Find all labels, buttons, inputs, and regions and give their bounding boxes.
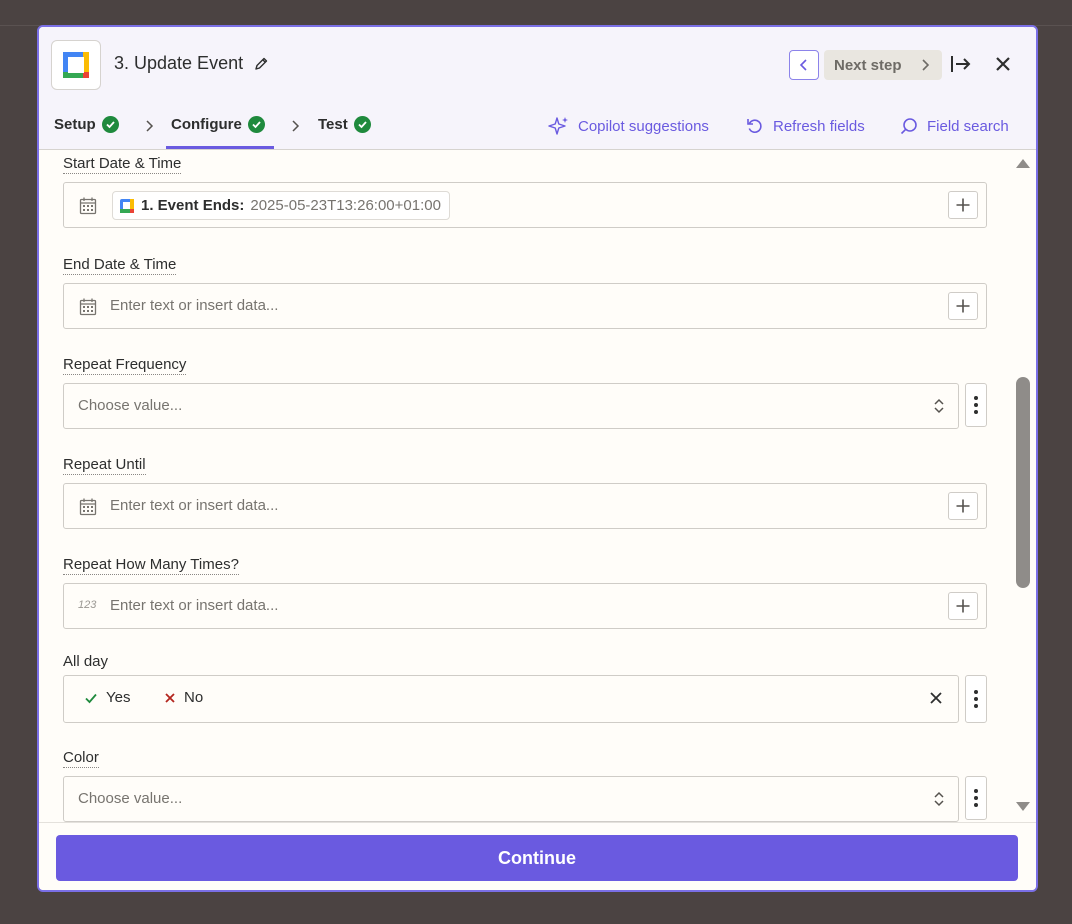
- color-placeholder: Choose value...: [78, 790, 183, 807]
- copilot-suggestions-button[interactable]: Copilot suggestions: [548, 116, 709, 136]
- check-circle-icon: [247, 116, 265, 133]
- plus-icon: [956, 599, 970, 613]
- number-type-icon: 123: [78, 599, 97, 611]
- mapped-data-pill[interactable]: 1. Event Ends: 2025-05-23T13:26:00+01:00: [112, 191, 450, 220]
- repeat-frequency-select[interactable]: Choose value...: [63, 383, 959, 429]
- refresh-icon: [747, 119, 762, 133]
- edit-pencil-icon[interactable]: [253, 56, 269, 77]
- continue-button[interactable]: Continue: [56, 835, 1018, 881]
- calendar-icon: [79, 298, 97, 316]
- chevron-updown-icon: [934, 398, 944, 414]
- all-day-no-option[interactable]: No: [164, 689, 203, 706]
- next-step-label: Next step: [834, 56, 902, 74]
- insert-data-button[interactable]: [948, 592, 978, 620]
- calendar-icon: [79, 498, 97, 516]
- check-circle-icon: [101, 116, 119, 133]
- all-day-label: All day: [63, 653, 109, 670]
- no-label: No: [184, 689, 204, 706]
- end-date-label: End Date & Time: [63, 256, 177, 275]
- sparkle-icon: [548, 117, 568, 135]
- yes-label: Yes: [106, 689, 131, 706]
- tab-test[interactable]: Test: [318, 116, 371, 133]
- scroll-up-arrow-icon[interactable]: [1015, 157, 1031, 169]
- all-day-field: Yes No: [63, 675, 959, 723]
- tab-setup-label: Setup: [54, 116, 96, 133]
- refresh-fields-label: Refresh fields: [773, 117, 865, 135]
- tab-test-label: Test: [318, 116, 348, 133]
- more-options-button[interactable]: [965, 776, 987, 820]
- repeat-times-field[interactable]: 123 Enter text or insert data...: [63, 583, 987, 629]
- end-date-placeholder: Enter text or insert data...: [110, 297, 279, 314]
- google-calendar-app-icon: [51, 40, 101, 90]
- repeat-until-label: Repeat Until: [63, 456, 146, 475]
- plus-icon: [956, 198, 970, 212]
- step-tabs: Setup Configure Test Copilot suggestions…: [39, 102, 1036, 150]
- plus-icon: [956, 299, 970, 313]
- kebab-menu-icon: [974, 789, 978, 807]
- collapse-panel-icon[interactable]: [949, 53, 973, 80]
- pill-value: 2025-05-23T13:26:00+01:00: [250, 197, 441, 214]
- scroll-down-arrow-icon[interactable]: [1015, 801, 1031, 813]
- previous-step-button[interactable]: [789, 50, 819, 80]
- modal-header: 3. Update Event Next step: [39, 27, 1036, 102]
- more-options-button[interactable]: [965, 383, 987, 427]
- pill-label: 1. Event Ends:: [141, 197, 245, 214]
- plus-icon: [956, 499, 970, 513]
- repeat-frequency-placeholder: Choose value...: [78, 397, 183, 414]
- check-icon: [85, 693, 97, 703]
- start-date-label: Start Date & Time: [63, 155, 182, 174]
- end-date-field[interactable]: Enter text or insert data...: [63, 283, 987, 329]
- chevron-left-icon: [799, 59, 807, 71]
- color-select[interactable]: Choose value...: [63, 776, 959, 822]
- next-step-button[interactable]: Next step: [824, 50, 942, 80]
- search-icon: [900, 118, 917, 135]
- copilot-suggestions-label: Copilot suggestions: [578, 117, 709, 135]
- all-day-yes-option[interactable]: Yes: [84, 689, 130, 706]
- more-options-button[interactable]: [965, 675, 987, 723]
- tab-configure[interactable]: Configure: [171, 116, 265, 133]
- repeat-until-placeholder: Enter text or insert data...: [110, 497, 279, 514]
- active-tab-indicator: [166, 146, 274, 149]
- step-title[interactable]: 3. Update Event: [114, 53, 243, 74]
- chevron-right-icon: [146, 120, 154, 132]
- insert-data-button[interactable]: [948, 292, 978, 320]
- x-icon: [165, 692, 175, 703]
- tab-setup[interactable]: Setup: [54, 116, 119, 133]
- insert-data-button[interactable]: [948, 492, 978, 520]
- repeat-times-placeholder: Enter text or insert data...: [110, 597, 279, 614]
- kebab-menu-icon: [974, 396, 978, 414]
- repeat-times-label: Repeat How Many Times?: [63, 556, 239, 575]
- modal-footer: Continue: [39, 822, 1036, 890]
- clear-icon[interactable]: [928, 690, 944, 706]
- calendar-icon: [79, 197, 97, 215]
- field-search-button[interactable]: Field search: [899, 116, 1009, 136]
- check-circle-icon: [353, 116, 371, 133]
- google-calendar-icon: [120, 198, 134, 213]
- scrollbar-thumb[interactable]: [1016, 377, 1030, 588]
- chevron-right-icon: [292, 120, 300, 132]
- chevron-updown-icon: [934, 791, 944, 807]
- close-icon[interactable]: [993, 54, 1013, 79]
- insert-data-button[interactable]: [948, 191, 978, 219]
- repeat-frequency-label: Repeat Frequency: [63, 356, 187, 375]
- kebab-menu-icon: [974, 690, 978, 708]
- form-scroll-area: Start Date & Time 1. Event Ends: 2025-05…: [39, 151, 1036, 822]
- repeat-until-field[interactable]: Enter text or insert data...: [63, 483, 987, 529]
- field-search-label: Field search: [927, 117, 1009, 135]
- background-strip: [0, 0, 1072, 26]
- start-date-field[interactable]: 1. Event Ends: 2025-05-23T13:26:00+01:00: [63, 182, 987, 228]
- step-editor-modal: 3. Update Event Next step Setup Configur…: [37, 25, 1038, 892]
- tab-configure-label: Configure: [171, 116, 242, 133]
- chevron-right-icon: [922, 59, 930, 71]
- color-label: Color: [63, 749, 99, 768]
- refresh-fields-button[interactable]: Refresh fields: [745, 116, 865, 136]
